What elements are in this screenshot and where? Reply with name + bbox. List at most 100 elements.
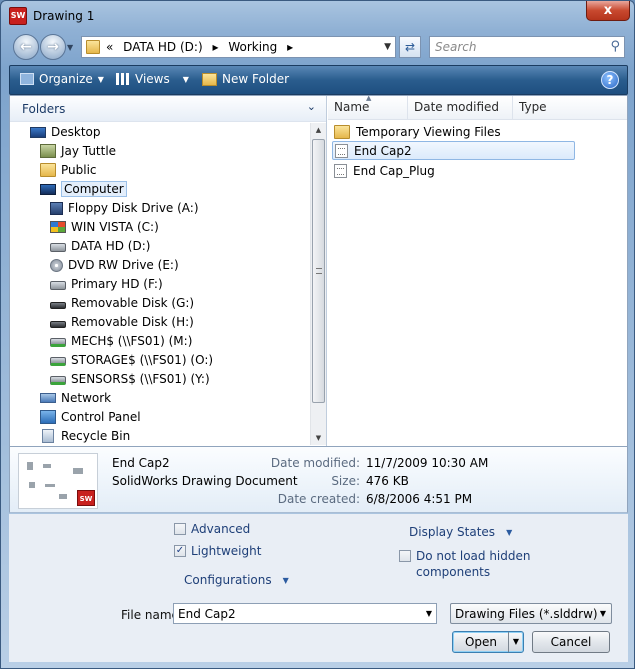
- organize-label: Organize: [39, 72, 93, 86]
- cancel-button[interactable]: Cancel: [532, 631, 610, 653]
- tree-item-label: DATA HD (D:): [71, 239, 151, 253]
- address-dropdown-icon[interactable]: ▼: [384, 42, 391, 52]
- breadcrumb: « DATA HD (D:) ▸ Working ▸: [106, 40, 293, 54]
- breadcrumb-working[interactable]: Working: [228, 40, 277, 54]
- file-type-select[interactable]: Drawing Files (*.slddrw) ▼: [450, 603, 612, 624]
- grip-icon: [316, 268, 322, 274]
- column-header-date[interactable]: Date modified: [408, 96, 513, 120]
- drawing-document-icon: [334, 163, 347, 178]
- forward-arrow-icon: →: [47, 39, 59, 55]
- tree-item-public[interactable]: Public: [40, 161, 97, 179]
- close-button[interactable]: x: [586, 1, 630, 21]
- control-panel-icon: [40, 410, 56, 424]
- scroll-down-icon[interactable]: ▼: [311, 431, 326, 445]
- recent-pages-dropdown[interactable]: ▼: [67, 43, 73, 52]
- views-icon: [116, 73, 130, 85]
- size-label: Size:: [331, 474, 360, 488]
- tree-item-removable-h[interactable]: Removable Disk (H:): [50, 313, 194, 331]
- breadcrumb-separator[interactable]: ▸: [287, 40, 293, 54]
- views-menu[interactable]: Views ▼: [116, 72, 189, 86]
- back-button[interactable]: ←: [13, 34, 39, 60]
- solidworks-app-icon: SW: [9, 7, 27, 25]
- tree-item-primary-hd[interactable]: Primary HD (F:): [50, 275, 163, 293]
- tree-item-sensors[interactable]: SENSORS$ (\\FS01) (Y:): [50, 370, 210, 388]
- column-date-label: Date modified: [414, 100, 500, 114]
- details-pane: SW End Cap2 SolidWorks Drawing Document …: [9, 447, 628, 513]
- date-created-label: Date created:: [277, 492, 360, 506]
- tree-item-label: Computer: [61, 181, 127, 197]
- size-value: 476 KB: [366, 474, 409, 488]
- tree-item-dvd[interactable]: DVD RW Drive (E:): [50, 256, 179, 274]
- tree-item-removable-g[interactable]: Removable Disk (G:): [50, 294, 194, 312]
- file-row-end-cap-plug[interactable]: End Cap_Plug: [332, 161, 572, 180]
- address-bar[interactable]: « DATA HD (D:) ▸ Working ▸ ▼: [81, 36, 396, 58]
- tree-item-label: Removable Disk (G:): [71, 296, 195, 310]
- open-button[interactable]: Open ▼: [452, 631, 524, 653]
- breadcrumb-overflow[interactable]: «: [106, 40, 113, 54]
- breadcrumb-data-hd[interactable]: DATA HD (D:): [123, 40, 202, 54]
- tree-item-storage[interactable]: STORAGE$ (\\FS01) (O:): [50, 351, 213, 369]
- lightweight-option[interactable]: ✓ Lightweight: [174, 544, 261, 558]
- tree-item-win-vista[interactable]: WIN VISTA (C:): [50, 218, 159, 236]
- tree-item-recycle-bin[interactable]: Recycle Bin: [40, 427, 130, 445]
- folders-scrollbar[interactable]: ▲ ▼: [310, 123, 326, 445]
- breadcrumb-separator[interactable]: ▸: [212, 40, 218, 54]
- desktop-icon: [30, 126, 46, 138]
- file-row-end-cap2[interactable]: End Cap2: [332, 141, 575, 160]
- tree-item-label: Network: [61, 391, 112, 405]
- chevron-down-icon[interactable]: ⌄: [307, 100, 316, 113]
- removable-disk-icon: [50, 301, 66, 309]
- cancel-label: Cancel: [550, 635, 592, 649]
- tree-item-jay-tuttle[interactable]: Jay Tuttle: [40, 142, 116, 160]
- chevron-down-icon: ▼: [506, 527, 513, 537]
- tree-item-data-hd[interactable]: DATA HD (D:): [50, 237, 150, 255]
- scroll-up-icon[interactable]: ▲: [311, 123, 326, 137]
- search-icon[interactable]: ⚲: [610, 39, 620, 54]
- search-input[interactable]: Search ⚲: [429, 36, 625, 58]
- chevron-down-icon[interactable]: ▼: [426, 609, 432, 618]
- advanced-checkbox[interactable]: [174, 523, 186, 535]
- hidden-components-option[interactable]: Do not load hidden components: [399, 548, 531, 580]
- tree-item-label: Recycle Bin: [61, 429, 131, 443]
- scrollbar-thumb[interactable]: [312, 139, 325, 403]
- tree-item-computer[interactable]: Computer: [40, 180, 127, 198]
- configurations-menu[interactable]: Configurations ▼: [184, 573, 289, 587]
- organize-menu[interactable]: Organize ▼: [20, 72, 104, 86]
- tree-item-desktop[interactable]: Desktop: [30, 123, 101, 141]
- advanced-option[interactable]: Advanced: [174, 522, 250, 536]
- date-created-value: 6/8/2006 4:51 PM: [366, 492, 473, 506]
- network-drive-icon: [50, 357, 66, 366]
- folders-header[interactable]: Folders ⌄: [10, 96, 326, 122]
- folders-pane: Folders ⌄ Desktop Jay Tuttle Public Comp…: [10, 96, 327, 446]
- tree-item-network[interactable]: Network: [40, 389, 111, 407]
- column-header-name[interactable]: ▲ Name: [328, 94, 408, 120]
- tree-item-floppy[interactable]: Floppy Disk Drive (A:): [50, 199, 199, 217]
- tree-item-control-panel[interactable]: Control Panel: [40, 408, 141, 426]
- configurations-label: Configurations: [184, 573, 272, 587]
- display-states-menu[interactable]: Display States ▼: [409, 525, 512, 539]
- open-split-dropdown-icon[interactable]: ▼: [508, 632, 523, 652]
- hidden-components-checkbox[interactable]: [399, 550, 411, 562]
- new-folder-label: New Folder: [222, 72, 290, 86]
- file-name-input[interactable]: End Cap2 ▼: [173, 603, 437, 624]
- help-button[interactable]: ?: [601, 71, 619, 89]
- file-row-temporary-viewing-files[interactable]: Temporary Viewing Files: [332, 122, 572, 141]
- column-header-type[interactable]: Type: [513, 96, 627, 120]
- forward-button[interactable]: →: [40, 34, 66, 60]
- refresh-button[interactable]: ⇄: [399, 36, 421, 58]
- new-folder-button[interactable]: New Folder: [202, 72, 289, 86]
- lightweight-checkbox[interactable]: ✓: [174, 545, 186, 557]
- tree-item-label: DVD RW Drive (E:): [68, 258, 179, 272]
- file-name: End Cap2: [354, 143, 412, 158]
- views-label: Views: [135, 72, 170, 86]
- folder-icon: [334, 124, 350, 139]
- refresh-icon: ⇄: [404, 40, 416, 54]
- title-bar[interactable]: SW Drawing 1 x: [1, 1, 634, 31]
- folder-icon: [86, 40, 100, 54]
- recycle-bin-icon: [42, 429, 54, 443]
- network-icon: [40, 393, 56, 403]
- folder-icon: [40, 163, 56, 177]
- options-area: Advanced ✓ Lightweight Configurations ▼ …: [9, 514, 628, 662]
- tree-item-label: Control Panel: [61, 410, 141, 424]
- tree-item-mech[interactable]: MECH$ (\\FS01) (M:): [50, 332, 192, 350]
